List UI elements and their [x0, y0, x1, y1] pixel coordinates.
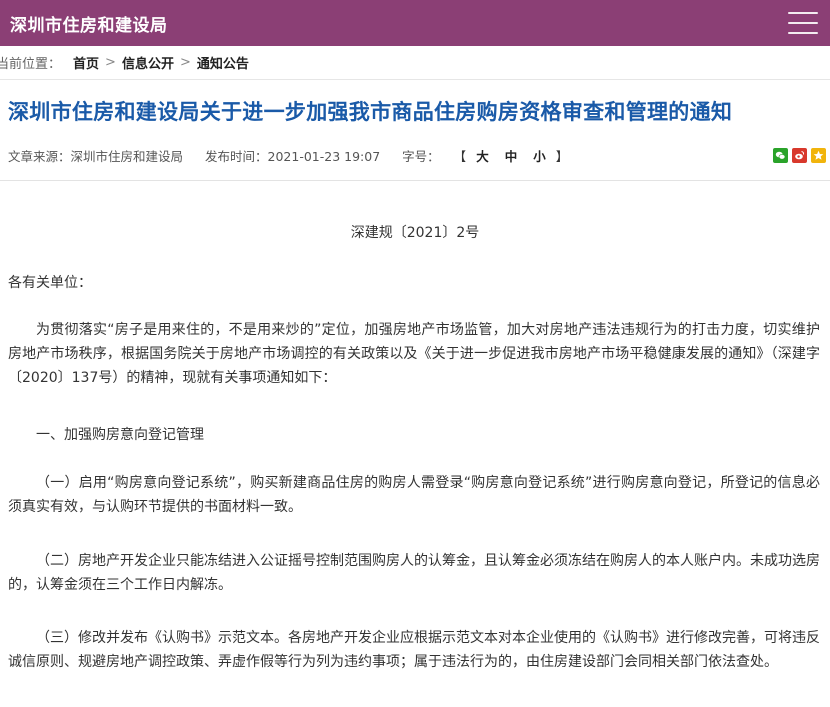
- document-number: 深建规〔2021〕2号: [350, 225, 480, 241]
- breadcrumb-label: 当前位置：: [0, 57, 62, 72]
- wechat-share-icon[interactable]: [773, 147, 788, 163]
- article-title: 深圳市住房和建设局关于进一步加强我市商品住房购房资格审查和管理的通知: [8, 100, 733, 124]
- intro-paragraph: 为贯彻落实“房子是用来住的，不是用来炒的”定位，加强房地产市场监管，加大对房地产…: [8, 322, 820, 386]
- article-publish-time: 发布时间：2021-01-23 19:07: [205, 148, 381, 164]
- breadcrumb: 当前位置： 首页 > 信息公开 > 通知公告: [0, 46, 830, 80]
- item-paragraph-2: （二）房地产开发企业只能冻结进入公证摇号控制范围购房人的认筹金，且认筹金必须冻结…: [8, 553, 820, 593]
- font-size-label: 字号：: [402, 148, 440, 164]
- font-size-large-button[interactable]: 大: [476, 146, 489, 165]
- breadcrumb-home-link[interactable]: 首页: [73, 53, 99, 72]
- item-paragraph-3: （三）修改并发布《认购书》示范文本。各房地产开发企业应根据示范文本对本企业使用的…: [8, 630, 820, 670]
- salutation: 各有关单位：: [8, 275, 92, 291]
- article-meta: 文章来源：深圳市住房和建设局 发布时间：2021-01-23 19:07 字号：…: [8, 145, 826, 165]
- top-header-bar: 深圳市住房和建设局: [0, 0, 830, 46]
- breadcrumb-info-link[interactable]: 信息公开: [122, 53, 174, 72]
- meta-divider: [0, 180, 830, 181]
- weibo-share-icon[interactable]: [792, 147, 807, 163]
- site-name[interactable]: 深圳市住房和建设局: [0, 11, 168, 36]
- article-source: 文章来源：深圳市住房和建设局: [8, 148, 184, 164]
- breadcrumb-separator: >: [179, 55, 191, 70]
- font-size-medium-button[interactable]: 中: [505, 146, 518, 165]
- qzone-share-icon[interactable]: [811, 147, 826, 163]
- font-size-small-button[interactable]: 小: [533, 146, 546, 165]
- section-heading-1: 一、加强购房意向登记管理: [36, 427, 204, 443]
- item-paragraph-1: （一）启用“购房意向登记系统”，购买新建商品住房的购房人需登录“购房意向登记系统…: [8, 475, 820, 515]
- font-size-bracket-close: 】: [555, 148, 569, 164]
- font-size-bracket-open: 【: [453, 148, 467, 164]
- breadcrumb-notice-link[interactable]: 通知公告: [197, 53, 249, 72]
- hamburger-menu-icon[interactable]: [788, 12, 818, 34]
- font-size-control: 字号： 【 大 中 小 】: [402, 146, 570, 165]
- breadcrumb-separator: >: [105, 55, 116, 70]
- share-buttons: [773, 147, 826, 163]
